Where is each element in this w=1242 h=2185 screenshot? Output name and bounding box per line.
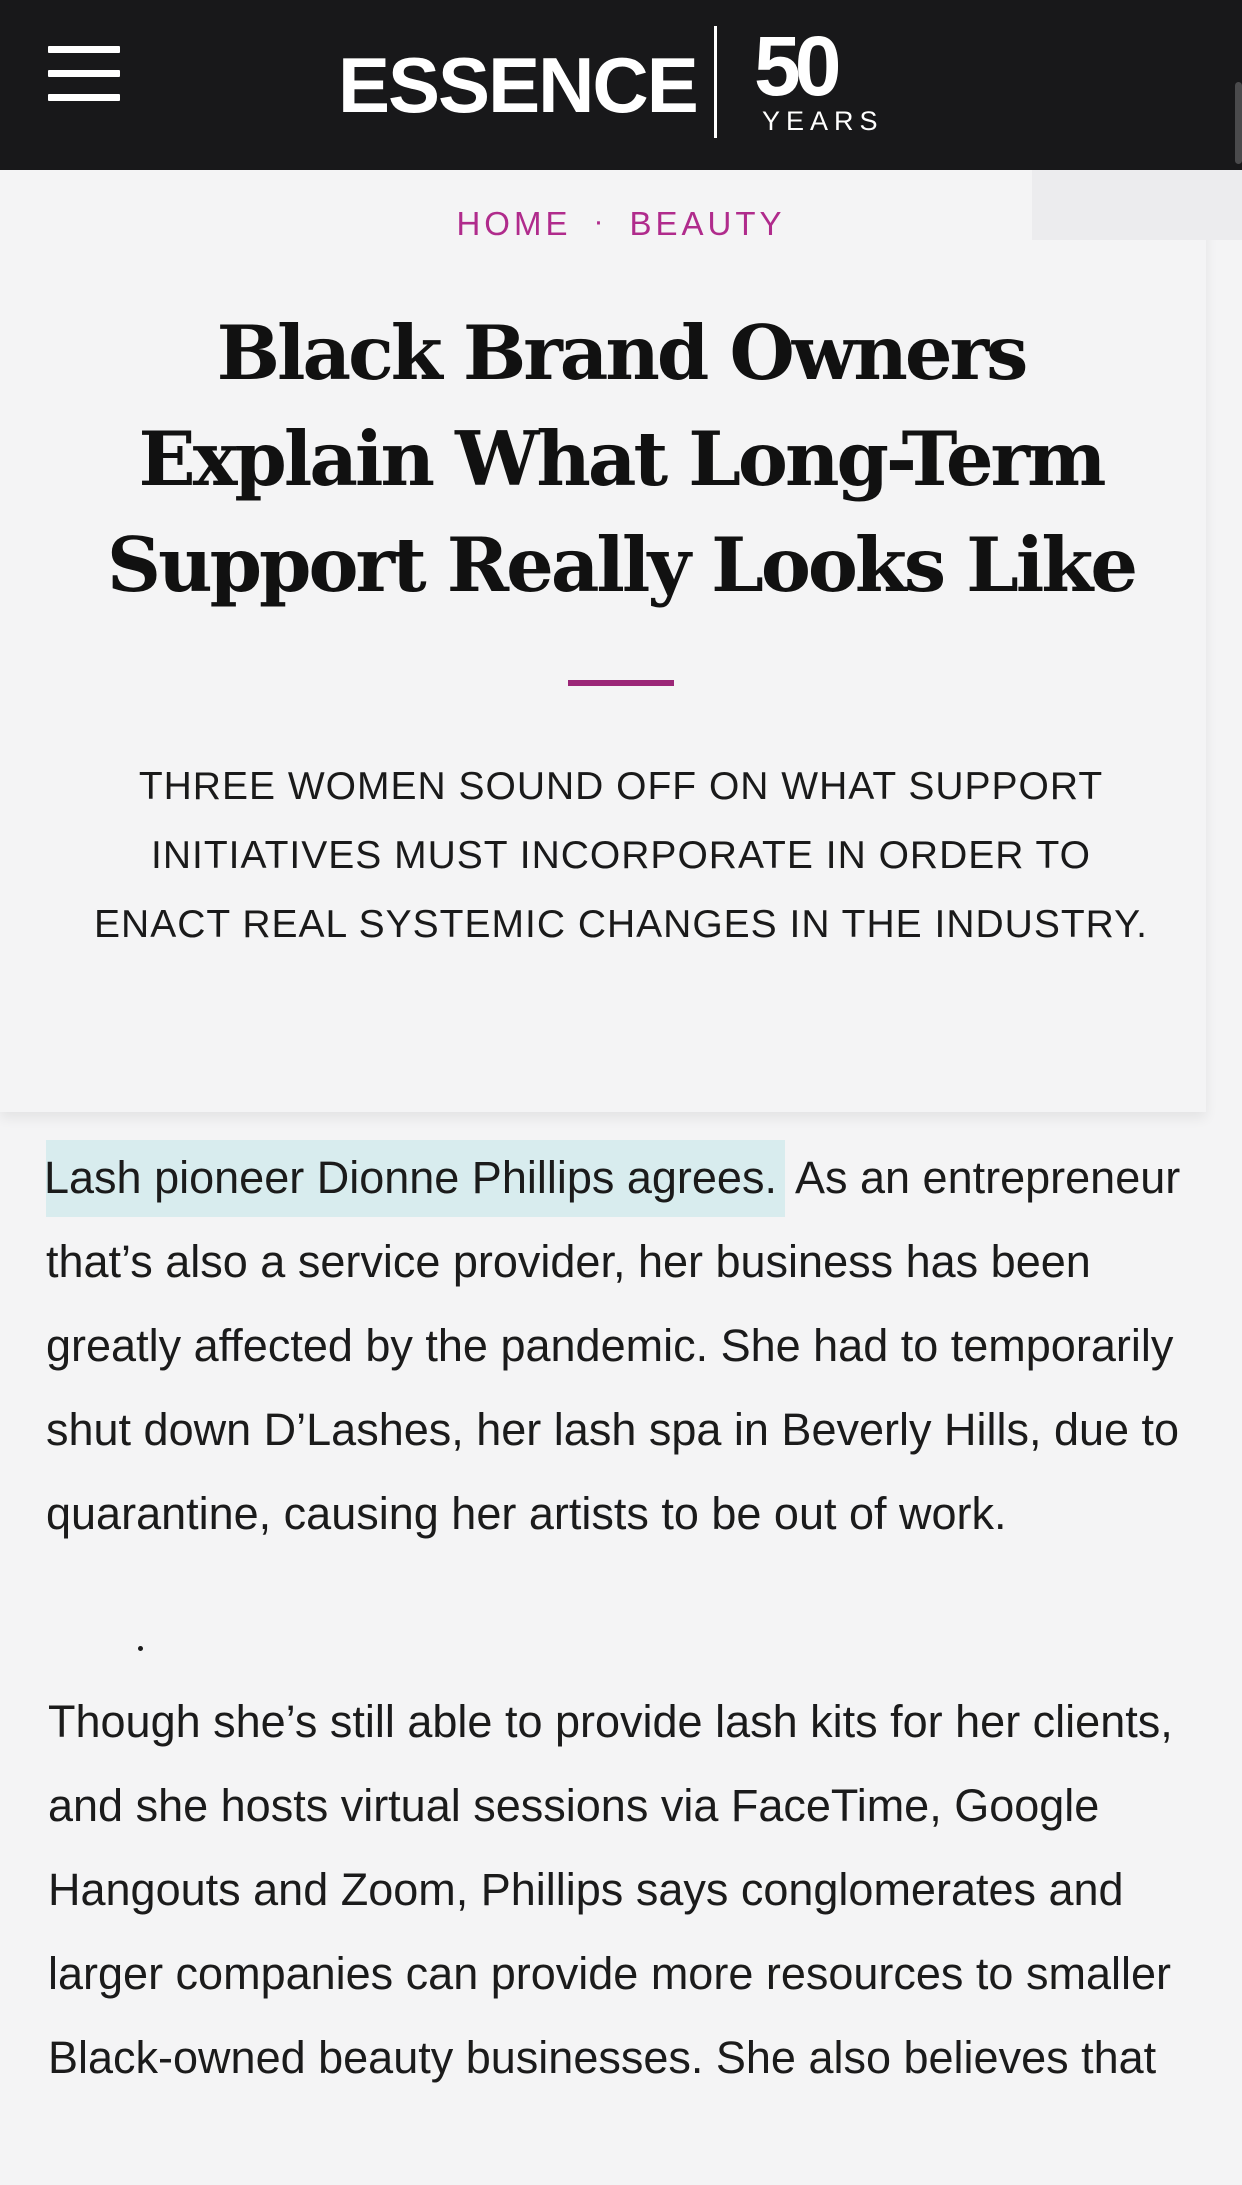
breadcrumb: HOME · BEAUTY bbox=[0, 202, 1242, 244]
essence-50-years-logo[interactable]: ESSENCE 50 YEARS bbox=[338, 20, 898, 140]
article-paragraph-2: Though she’s still able to provide lash … bbox=[48, 1696, 1173, 2083]
article-paragraph-1: Lash pioneer Dionne Phillips agrees. As … bbox=[46, 1136, 1196, 1626]
article-headline: Black Brand Owners Explain What Long-Ter… bbox=[106, 309, 1138, 609]
brand-wordmark: ESSENCE bbox=[338, 41, 699, 129]
anniversary-label: YEARS bbox=[762, 106, 884, 136]
scrollbar-thumb[interactable] bbox=[1235, 82, 1242, 164]
logo-divider bbox=[714, 26, 717, 138]
top-navigation-bar: ESSENCE 50 YEARS bbox=[0, 0, 1242, 170]
article-dek: THREE WOMEN SOUND OFF ON WHAT SUPPORT IN… bbox=[94, 765, 1148, 946]
headline-divider bbox=[568, 680, 674, 686]
text-artifact bbox=[138, 1646, 143, 1651]
highlighted-text[interactable]: Lash pioneer Dionne Phillips agrees. bbox=[46, 1140, 785, 1217]
breadcrumb-home-link[interactable]: HOME bbox=[456, 205, 571, 242]
anniversary-number: 50 bbox=[754, 19, 841, 113]
breadcrumb-beauty-link[interactable]: BEAUTY bbox=[629, 205, 785, 242]
hamburger-menu-icon[interactable] bbox=[48, 46, 120, 102]
breadcrumb-separator: · bbox=[593, 205, 608, 238]
